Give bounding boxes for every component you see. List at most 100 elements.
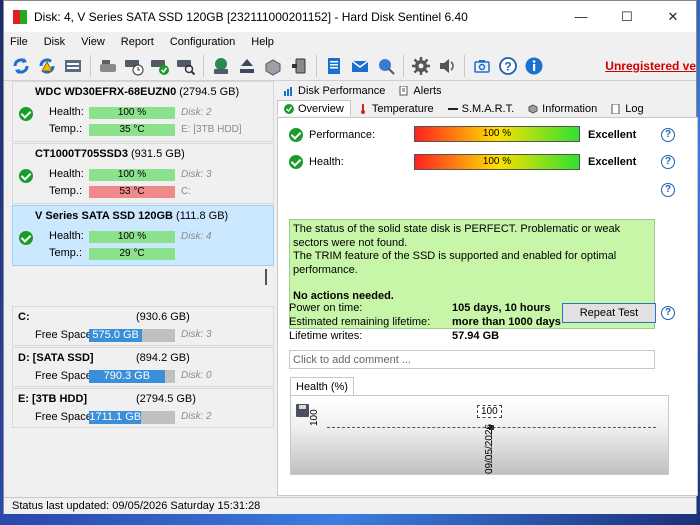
disk-number: Disk: 2: [181, 107, 212, 118]
menu-disk[interactable]: Disk: [44, 36, 65, 48]
partition-label: E: [3TB HDD]: [181, 124, 242, 135]
network-send-icon[interactable]: [373, 53, 399, 79]
partition-card-0[interactable]: C: (930.6 GB) Free Space 575.0 GB Disk: …: [12, 306, 274, 346]
repeat-help-icon[interactable]: ?: [661, 306, 675, 320]
trim-text: The TRIM feature of the SSD is supported…: [293, 250, 617, 276]
disk-check-icon[interactable]: [147, 53, 173, 79]
free-space-label: Free Space: [35, 329, 92, 341]
close-button[interactable]: ✕: [650, 1, 696, 32]
disk-number: Disk: 4: [181, 231, 212, 242]
partition-card-2[interactable]: E: [3TB HDD] (2794.5 GB) Free Space 1711…: [12, 388, 274, 428]
status-help-icon[interactable]: ?: [661, 183, 675, 197]
partition-card-1[interactable]: D: [SATA SSD] (894.2 GB) Free Space 790.…: [12, 347, 274, 387]
menu-view[interactable]: View: [81, 36, 105, 48]
health-label: Health:: [309, 156, 344, 168]
smart-icon: [447, 104, 458, 114]
free-space-label: Free Space: [35, 411, 92, 423]
check-icon: [19, 107, 33, 121]
overview-check-icon: [284, 104, 294, 114]
tab-disk-performance[interactable]: Disk Performance: [277, 82, 392, 98]
tab-log[interactable]: Log: [604, 100, 650, 116]
screenshot-icon[interactable]: [469, 53, 495, 79]
performance-icon: [284, 86, 294, 96]
disk-list-icon[interactable]: [60, 53, 86, 79]
drive-icon[interactable]: [260, 53, 286, 79]
maximize-button[interactable]: ☐: [604, 1, 650, 32]
temp-bar: 29 °C: [89, 248, 175, 260]
minimize-button[interactable]: —: [558, 1, 604, 32]
usb-drive-icon[interactable]: [286, 53, 312, 79]
free-space-bar: 790.3 GB: [89, 370, 175, 383]
report-icon[interactable]: [321, 53, 347, 79]
comment-input[interactable]: [289, 350, 655, 369]
disk-search-icon[interactable]: [173, 53, 199, 79]
status-bar: Status last updated: 09/05/2026 Saturday…: [4, 497, 696, 514]
refresh-icon[interactable]: [8, 53, 34, 79]
help-icon[interactable]: ?: [495, 53, 521, 79]
tab-temperature[interactable]: Temperature: [351, 100, 441, 116]
partition-label: C:: [181, 186, 191, 197]
health-label: Health:: [49, 168, 84, 180]
free-space-bar: 1711.1 GB: [89, 411, 175, 424]
tab-label: Disk Performance: [298, 85, 386, 97]
health-bar: 100 %: [414, 154, 580, 170]
partition-size: (930.6 GB): [136, 311, 190, 323]
email-icon[interactable]: [347, 53, 373, 79]
remaining-lifetime-value: more than 1000 days: [452, 316, 561, 328]
info-icon[interactable]: [521, 53, 547, 79]
status-text: The status of the solid state disk is PE…: [293, 223, 621, 249]
tab-alerts[interactable]: Alerts: [392, 82, 448, 98]
performance-label: Performance:: [309, 129, 376, 141]
alerts-icon: [399, 85, 409, 96]
partition-size: (2794.5 GB): [136, 393, 196, 405]
health-label: Health:: [49, 106, 84, 118]
partition-disk: Disk: 2: [181, 411, 212, 422]
unregistered-link[interactable]: Unregistered ve: [605, 59, 696, 73]
partition-name: D: [SATA SSD]: [18, 352, 94, 364]
performance-rating: Excellent: [588, 129, 637, 141]
chart-x-tick-label: 09/05/2026: [484, 423, 495, 474]
disk-name: V Series SATA SSD 120GB (111.8 GB): [35, 210, 229, 222]
tab-overview[interactable]: Overview: [277, 100, 351, 116]
health-rating: Excellent: [588, 156, 637, 168]
partition-name: C:: [18, 311, 30, 323]
disk-card-2[interactable]: V Series SATA SSD 120GB (111.8 GB) Healt…: [12, 205, 274, 266]
free-space-bar: 575.0 GB: [89, 329, 175, 342]
performance-help-icon[interactable]: ?: [661, 128, 675, 142]
gear-icon[interactable]: [408, 53, 434, 79]
disk-name: WDC WD30EFRX-68EUZN0 (2794.5 GB): [35, 86, 240, 98]
partition-disk: Disk: 0: [181, 370, 212, 381]
tab-smart[interactable]: S.M.A.R.T.: [441, 100, 522, 116]
tab-label: Alerts: [413, 85, 442, 97]
lifetime-writes-label: Lifetime writes:: [289, 330, 363, 342]
lifetime-writes-value: 57.94 GB: [452, 330, 500, 342]
health-help-icon[interactable]: ?: [661, 155, 675, 169]
check-icon: [19, 231, 33, 245]
menu-report[interactable]: Report: [121, 36, 154, 48]
title-bar: Disk: 4, V Series SATA SSD 120GB [232111…: [4, 1, 696, 32]
eject-icon[interactable]: [234, 53, 260, 79]
save-icon[interactable]: [296, 404, 309, 417]
top-tabs: Disk Performance Alerts: [277, 82, 449, 98]
performance-check-icon: [289, 128, 303, 142]
repeat-test-button[interactable]: Repeat Test: [562, 303, 656, 323]
disk-clock-icon[interactable]: [121, 53, 147, 79]
speaker-icon[interactable]: [434, 53, 460, 79]
disk-tool-icon[interactable]: [95, 53, 121, 79]
free-space-value: 790.3 GB: [89, 370, 165, 383]
performance-bar: 100 %: [414, 126, 580, 142]
menu-help[interactable]: Help: [251, 36, 274, 48]
network-disk-icon[interactable]: [208, 53, 234, 79]
tab-label: Temperature: [371, 103, 434, 115]
disk-list-scrollbar[interactable]: [265, 269, 267, 285]
menu-configuration[interactable]: Configuration: [170, 36, 235, 48]
temp-bar: 35 °C: [89, 124, 175, 136]
tab-label: S.M.A.R.T.: [461, 103, 515, 115]
free-space-value: 575.0 GB: [89, 329, 143, 342]
disk-card-1[interactable]: CT1000T705SSD3 (931.5 GB) Health: 100 % …: [12, 143, 274, 204]
refresh-warning-icon[interactable]: [34, 53, 60, 79]
tab-information[interactable]: Information: [521, 100, 604, 116]
health-chart-tab[interactable]: Health (%): [290, 377, 354, 395]
disk-card-0[interactable]: WDC WD30EFRX-68EUZN0 (2794.5 GB) Health:…: [12, 81, 274, 142]
menu-file[interactable]: File: [10, 36, 28, 48]
